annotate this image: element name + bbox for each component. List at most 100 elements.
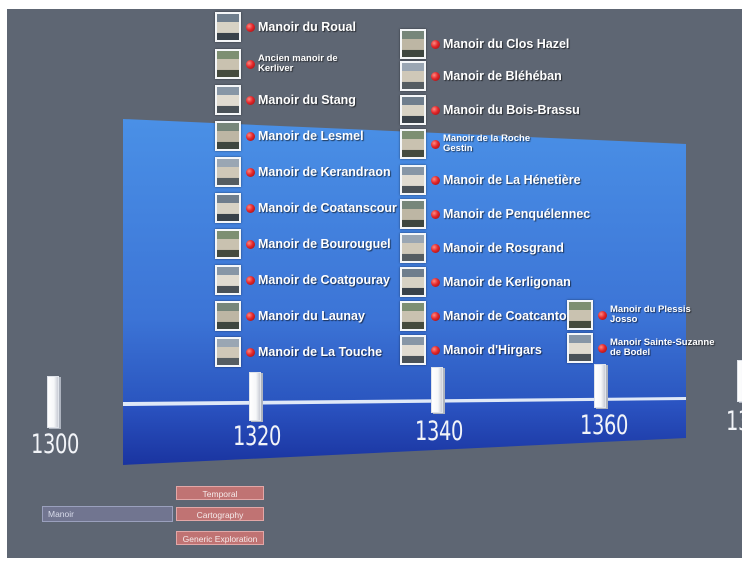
timeline-scene[interactable]: 1300 1320 1340 1360 1380 Manoir du Roual Anci…: [7, 9, 742, 558]
manor-label: Manoir du Stang: [258, 93, 356, 107]
manor-entry[interactable]: Manoir de Coatanscour: [215, 193, 397, 223]
manor-photo-icon[interactable]: [400, 267, 426, 297]
year-label: 1360: [580, 410, 629, 441]
manor-entry[interactable]: Manoir de Kerandraon: [215, 157, 391, 187]
manor-photo-icon[interactable]: [215, 229, 241, 259]
manor-entry[interactable]: Manoir de La Hénetière: [400, 165, 581, 195]
generic-exploration-button[interactable]: Generic Exploration: [176, 531, 264, 545]
manor-photo-icon[interactable]: [215, 337, 241, 367]
red-dot-icon[interactable]: [431, 209, 440, 219]
red-dot-icon[interactable]: [598, 310, 607, 320]
red-dot-icon[interactable]: [246, 347, 255, 357]
manor-photo-icon[interactable]: [400, 335, 426, 365]
manor-photo-icon[interactable]: [215, 301, 241, 331]
manor-label: Manoir du Launay: [258, 309, 365, 323]
year-marker-post: [431, 367, 443, 413]
manor-label: Manoir de Coatgouray: [258, 273, 390, 287]
red-dot-icon[interactable]: [246, 203, 255, 213]
red-dot-icon[interactable]: [431, 105, 440, 115]
manor-entry[interactable]: Manoir d'Hirgars: [400, 335, 542, 365]
manor-photo-icon[interactable]: [567, 300, 593, 330]
manor-label: Ancien manoir de Kerliver: [258, 53, 338, 74]
temporal-button[interactable]: Temporal: [176, 486, 264, 500]
year-marker-post: [594, 364, 606, 408]
red-dot-icon[interactable]: [246, 275, 255, 285]
red-dot-icon[interactable]: [246, 311, 255, 321]
manor-label: Manoir de Bléhéban: [443, 69, 562, 83]
red-dot-icon[interactable]: [246, 167, 255, 177]
manor-entry[interactable]: Manoir du Roual: [215, 12, 356, 42]
manor-photo-icon[interactable]: [215, 49, 241, 79]
manor-entry[interactable]: Ancien manoir de Kerliver: [215, 49, 353, 79]
manor-entry[interactable]: Manoir de Penquélennec: [400, 199, 590, 229]
manor-photo-icon[interactable]: [400, 165, 426, 195]
manor-entry[interactable]: Manoir du Stang: [215, 85, 356, 115]
manor-entry[interactable]: Manoir de Rosgrand: [400, 233, 564, 263]
manor-photo-icon[interactable]: [400, 29, 426, 59]
manor-label: Manoir de Lesmel: [258, 129, 364, 143]
year-label: 1340: [415, 416, 464, 447]
manor-photo-icon[interactable]: [400, 61, 426, 91]
manor-photo-icon[interactable]: [215, 121, 241, 151]
manor-photo-icon[interactable]: [400, 233, 426, 263]
red-dot-icon[interactable]: [246, 95, 255, 105]
manor-label: Manoir de Kerligonan: [443, 275, 571, 289]
manor-entry[interactable]: Manoir du Clos Hazel: [400, 29, 569, 59]
search-input[interactable]: [42, 506, 173, 522]
manor-label: Manoir de Penquélennec: [443, 207, 591, 221]
manor-label: Manoir de la Roche Gestin: [443, 133, 531, 154]
red-dot-icon[interactable]: [431, 345, 440, 355]
manor-label: Manoir de La Touche: [258, 345, 383, 359]
manor-label: Manoir du Roual: [258, 20, 356, 34]
red-dot-icon[interactable]: [246, 59, 255, 69]
manor-entry[interactable]: Manoir de la Roche Gestin: [400, 129, 538, 159]
timeline-viewport[interactable]: 1300 1320 1340 1360 1380 Manoir du Roual Anci…: [7, 9, 742, 558]
red-dot-icon[interactable]: [431, 311, 440, 321]
red-dot-icon[interactable]: [431, 71, 440, 81]
year-label: 1320: [233, 421, 282, 452]
manor-photo-icon[interactable]: [215, 85, 241, 115]
manor-entry[interactable]: Manoir de Lesmel: [215, 121, 364, 151]
manor-label: Manoir de Bourouguel: [258, 237, 391, 251]
manor-label: Manoir de La Hénetière: [443, 173, 581, 187]
manor-entry[interactable]: Manoir de Bourouguel: [215, 229, 391, 259]
year-marker-post: [249, 372, 261, 421]
year-label: 1300: [31, 429, 80, 460]
manor-photo-icon[interactable]: [215, 265, 241, 295]
red-dot-icon[interactable]: [246, 22, 255, 32]
manor-entry[interactable]: Manoir de La Touche: [215, 337, 382, 367]
year-label: 1380: [726, 406, 742, 437]
red-dot-icon[interactable]: [431, 243, 440, 253]
manor-photo-icon[interactable]: [400, 95, 426, 125]
manor-entry[interactable]: Manoir de Kerligonan: [400, 267, 571, 297]
manor-photo-icon[interactable]: [567, 333, 593, 363]
year-marker-post: [47, 376, 59, 428]
manor-photo-icon[interactable]: [215, 157, 241, 187]
manor-entry[interactable]: Manoir du Launay: [215, 301, 365, 331]
red-dot-icon[interactable]: [431, 175, 440, 185]
cartography-button[interactable]: Cartography: [176, 507, 264, 521]
manor-photo-icon[interactable]: [400, 301, 426, 331]
manor-entry[interactable]: Manoir de Bléhéban: [400, 61, 562, 91]
manor-photo-icon[interactable]: [400, 199, 426, 229]
manor-photo-icon[interactable]: [215, 193, 241, 223]
red-dot-icon[interactable]: [246, 239, 255, 249]
manor-label: Manoir du Clos Hazel: [443, 37, 570, 51]
manor-entry[interactable]: Manoir du Bois-Brassu: [400, 95, 580, 125]
red-dot-icon[interactable]: [431, 139, 440, 149]
app-frame: 1300 1320 1340 1360 1380 Manoir du Roual Anci…: [0, 0, 748, 563]
manor-label: Manoir Sainte-Suzanne de Bodel: [610, 337, 715, 358]
manor-entry[interactable]: Manoir de Coatcanton: [400, 301, 574, 331]
manor-entry[interactable]: Manoir de Coatgouray: [215, 265, 390, 295]
manor-label: Manoir d'Hirgars: [443, 343, 542, 357]
red-dot-icon[interactable]: [431, 39, 440, 49]
manor-photo-icon[interactable]: [215, 12, 241, 42]
manor-label: Manoir de Coatanscour: [258, 201, 397, 215]
manor-entry[interactable]: Manoir du Plessis Josso: [567, 300, 720, 330]
red-dot-icon[interactable]: [431, 277, 440, 287]
manor-photo-icon[interactable]: [400, 129, 426, 159]
red-dot-icon[interactable]: [598, 343, 607, 353]
manor-label: Manoir de Kerandraon: [258, 165, 391, 179]
red-dot-icon[interactable]: [246, 131, 255, 141]
manor-entry[interactable]: Manoir Sainte-Suzanne de Bodel: [567, 333, 720, 363]
